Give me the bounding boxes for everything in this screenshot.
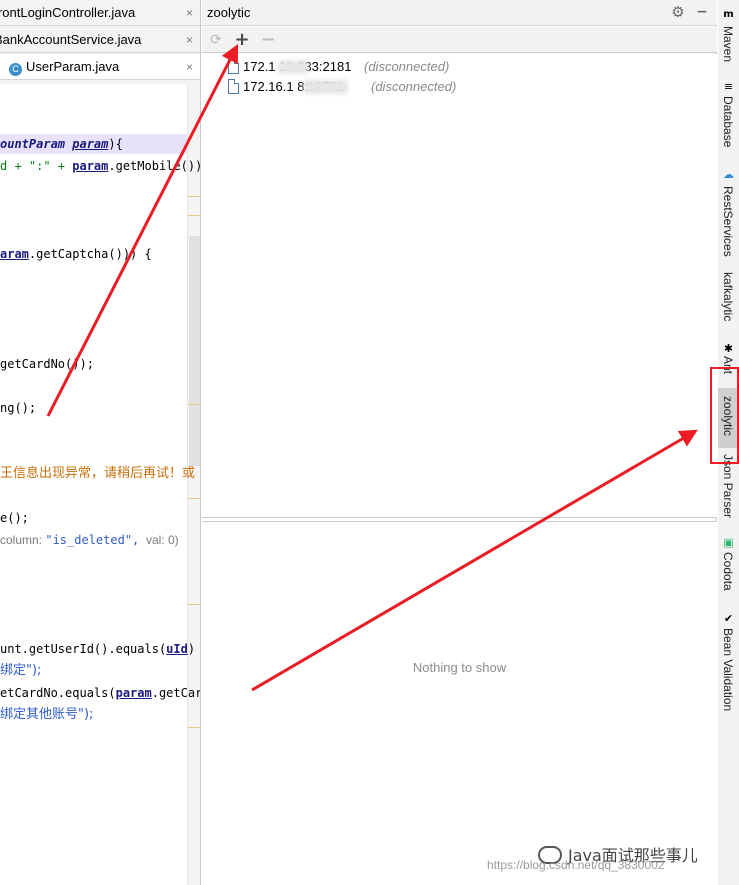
code-line: e(); [0, 508, 29, 528]
minimize-icon[interactable]: − [695, 3, 709, 21]
code-token: 王信息出现异常，请稍后再试！或 [0, 466, 196, 481]
code-token: etCardNo.equals( [0, 686, 116, 700]
parameter-hint: column: [0, 533, 46, 547]
code-line: 王信息出现异常，请稍后再试！或 [0, 464, 195, 484]
maven-icon: m [723, 9, 734, 20]
code-editor: FrontLoginController.java × BankAccountS… [0, 0, 201, 885]
connection-tree[interactable]: 172.1 19.233:2181 (disconnected) 172.16.… [202, 54, 717, 518]
refresh-icon[interactable]: ⟳ [206, 30, 226, 50]
file-icon [228, 59, 239, 74]
code-line: ountParam param){ [0, 134, 187, 154]
tab-label-group: C UserParam.java [9, 54, 119, 80]
tool-tab-kafkalytic[interactable]: kafkalytic [718, 272, 739, 328]
codota-icon: ▣ [723, 536, 734, 549]
tab-label: FrontLoginController.java [0, 5, 136, 20]
change-marker [188, 404, 200, 405]
code-line: getCardNo()); [0, 354, 94, 374]
code-line: ng(); [0, 398, 36, 418]
annotation-highlight-box [710, 367, 739, 464]
editor-tab-bank-account-service[interactable]: BankAccountService.java × [0, 27, 200, 53]
tool-tab-codota[interactable]: ▣ Codota [718, 536, 739, 594]
tab-label: UserParam.java [26, 59, 120, 74]
code-token: ountParam [0, 137, 73, 151]
tool-window-toolbar: ⟳ + − [202, 27, 717, 53]
code-token: param [72, 159, 109, 173]
code-token: ng(); [0, 401, 37, 415]
database-icon: ≡ [723, 80, 734, 93]
change-marker [188, 604, 200, 605]
code-line: d + ":" + param.getMobile()); [0, 156, 201, 176]
code-token: unt.getUserId().equals( [0, 642, 167, 656]
code-token: .getCardI [151, 686, 200, 700]
code-line: 绑定其他账号"); [0, 705, 93, 725]
tool-tab-bean-validation[interactable]: ✔ Bean Validation [718, 612, 739, 716]
redaction [278, 60, 308, 74]
tool-window-header: zoolytic ⚙ − [202, 0, 717, 26]
add-connection-button[interactable]: + [232, 30, 252, 50]
parameter-hint: val: 0) [139, 533, 179, 547]
check-icon: ✔ [723, 612, 734, 625]
editor-tab-user-param[interactable]: C UserParam.java × [0, 54, 200, 80]
tab-label: BankAccountService.java [0, 32, 142, 47]
code-token: aram [0, 247, 29, 261]
empty-state-text: Nothing to show [412, 660, 507, 675]
tool-tab-restservices[interactable]: ☁ RestServices [718, 168, 739, 258]
file-icon [228, 79, 239, 94]
code-area[interactable]: ountParam param){ d + ":" + param.getMob… [0, 84, 201, 885]
code-line: unt.getUserId().equals(uId) [0, 639, 195, 659]
editor-tab-front-login-controller[interactable]: FrontLoginController.java × [0, 0, 200, 26]
code-token: d + ":" + [0, 159, 73, 173]
close-icon[interactable]: × [186, 27, 193, 53]
code-token: param [72, 137, 109, 151]
gear-icon[interactable]: ⚙ [669, 3, 687, 21]
connection-status: (disconnected) [371, 79, 457, 94]
remove-connection-button[interactable]: − [258, 30, 278, 50]
code-line: column: "is_deleted", val: 0) [0, 530, 179, 550]
connection-status: (disconnected) [364, 59, 450, 74]
code-token: param [115, 686, 152, 700]
code-line: etCardNo.equals(param.getCardI [0, 683, 200, 703]
ant-icon: ✱ [723, 342, 734, 355]
code-token: e(); [0, 511, 29, 525]
details-pane: Nothing to show [202, 521, 717, 885]
change-marker [188, 215, 200, 216]
scrollbar-thumb[interactable] [189, 236, 200, 466]
code-token: 绑定其他账号"); [0, 707, 94, 722]
scroll-gutter [187, 84, 200, 885]
tool-tab-label: kafkalytic [721, 272, 735, 322]
code-token: getCardNo()); [0, 357, 94, 371]
code-token: uId [166, 642, 188, 656]
change-marker [188, 498, 200, 499]
zoolytic-tool-window: zoolytic ⚙ − ⟳ + − 172.1 19.233:2181 (di… [202, 0, 717, 885]
close-icon[interactable]: × [186, 54, 193, 80]
tool-tab-database[interactable]: ≡ Database [718, 80, 739, 152]
redaction [304, 80, 348, 94]
code-token: .getMobile()); [108, 159, 201, 173]
code-line: 绑定"); [0, 661, 41, 681]
tool-tab-label: RestServices [721, 186, 735, 257]
code-token: .getCaptcha())) { [28, 247, 152, 261]
code-token: 绑定"); [0, 663, 42, 678]
change-marker [188, 727, 200, 728]
tool-tab-label: Maven [721, 26, 735, 63]
tool-tab-label: Bean Validation [721, 628, 735, 712]
cloud-icon: ☁ [723, 168, 734, 181]
change-marker [188, 196, 200, 197]
java-class-icon: C [9, 63, 22, 76]
tool-tab-label: Codota [721, 552, 735, 591]
close-icon[interactable]: × [186, 0, 193, 26]
tool-tab-maven[interactable]: m Maven [718, 8, 739, 68]
tool-window-title: zoolytic [207, 5, 251, 20]
code-token: ) [187, 642, 196, 656]
url-watermark: https://blog.csdn.net/qq_3830002 [487, 858, 665, 872]
code-token: "is_deleted", [45, 533, 140, 547]
tool-tab-label: Database [721, 96, 735, 148]
code-line: aram.getCaptcha())) { [0, 244, 152, 264]
code-token: ){ [108, 137, 123, 151]
